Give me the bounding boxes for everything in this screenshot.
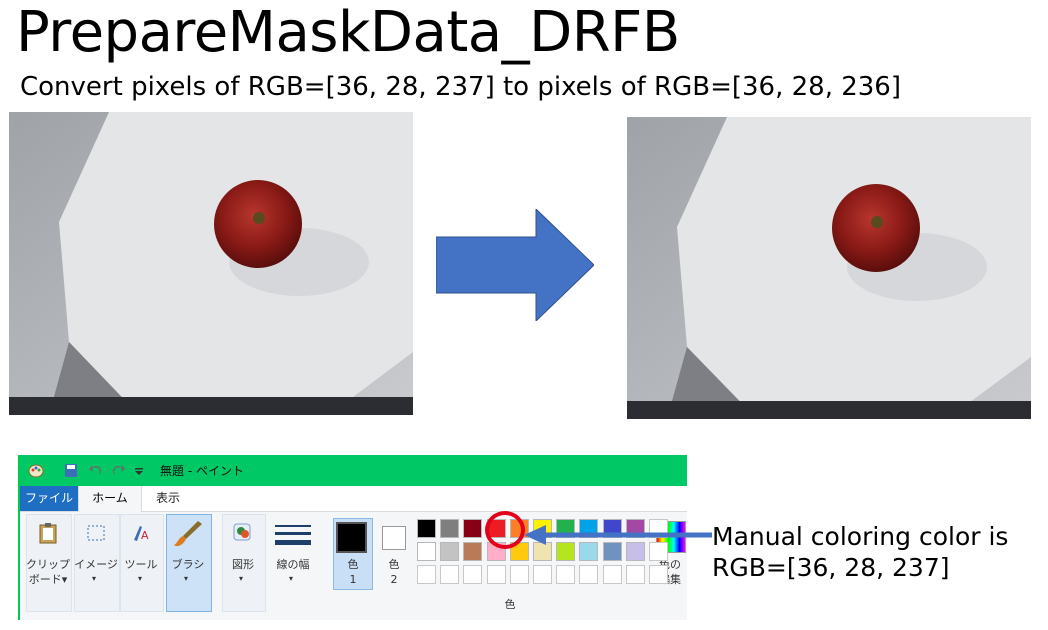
color2-swatch[interactable] <box>382 526 406 550</box>
paint-titlebar: 無題 - ペイント <box>20 455 687 486</box>
palette-empty-swatch[interactable] <box>463 565 483 584</box>
redo-icon[interactable] <box>112 463 126 478</box>
apple-photo-after <box>627 117 1031 419</box>
tools-icon: A <box>134 526 149 542</box>
image-label: イメージ <box>74 558 118 571</box>
annotation-arrow-icon <box>524 525 712 545</box>
paint-app-icon <box>28 464 44 478</box>
line-width-dropdown-icon: ▾ <box>289 574 294 583</box>
palette-color-swatch[interactable] <box>463 519 483 538</box>
palette-empty-swatch[interactable] <box>533 565 552 584</box>
shapes-label: 図形 <box>232 558 254 571</box>
shapes-icon <box>233 523 251 541</box>
save-icon[interactable] <box>64 463 78 478</box>
clipboard-label-2: ボード▾ <box>28 573 68 586</box>
annotation-line-2: RGB=[36, 28, 237] <box>712 553 950 582</box>
palette-color-swatch[interactable] <box>463 542 483 561</box>
palette-empty-swatch[interactable] <box>625 565 645 584</box>
palette-color-swatch[interactable] <box>417 542 436 561</box>
palette-empty-swatch[interactable] <box>579 565 599 584</box>
conversion-arrow-icon <box>436 209 594 321</box>
color1-swatch <box>336 522 367 553</box>
palette-empty-swatch[interactable] <box>486 565 506 584</box>
highlight-circle <box>485 511 525 549</box>
palette-color-swatch[interactable] <box>440 542 460 561</box>
customize-toolbar-icon[interactable] <box>134 463 144 478</box>
page-subtitle: Convert pixels of RGB=[36, 28, 237] to p… <box>20 72 901 102</box>
clipboard-icon <box>39 523 57 544</box>
svg-text:A: A <box>141 529 149 542</box>
apple-photo-before <box>9 112 413 415</box>
tab-file[interactable]: ファイル <box>20 486 78 511</box>
line-width-icon[interactable] <box>275 523 311 547</box>
brush-dropdown-icon: ▾ <box>184 574 189 583</box>
palette-empty-swatch[interactable] <box>556 565 576 584</box>
palette-empty-swatch[interactable] <box>417 565 436 584</box>
clipboard-label-1: クリップ <box>26 558 70 571</box>
page-title: PrepareMaskData_DRFB <box>16 0 680 65</box>
color2-label-2: 2 <box>390 573 398 586</box>
annotation-line-1: Manual coloring color is <box>712 522 1009 551</box>
palette-empty-swatch[interactable] <box>509 565 529 584</box>
palette-empty-swatch[interactable] <box>649 565 668 584</box>
tab-home[interactable]: ホーム <box>78 486 142 512</box>
undo-icon[interactable] <box>88 463 102 478</box>
colors-group-label: 色 <box>504 598 516 611</box>
color1-label-1: 色 <box>347 558 359 571</box>
shapes-dropdown-icon: ▾ <box>239 574 244 583</box>
tab-view[interactable]: 表示 <box>140 486 196 511</box>
brush-label: ブラシ <box>171 558 205 571</box>
brush-icon <box>174 521 202 547</box>
line-width-label: 線の幅 <box>276 558 310 571</box>
color2-label-1: 色 <box>388 558 400 571</box>
tools-dropdown-icon: ▾ <box>138 574 143 583</box>
palette-empty-swatch[interactable] <box>440 565 460 584</box>
image-dropdown-icon: ▾ <box>92 574 97 583</box>
color1-label-2: 1 <box>349 573 357 586</box>
palette-empty-swatch[interactable] <box>602 565 622 584</box>
palette-color-swatch[interactable] <box>440 519 460 538</box>
select-icon <box>87 525 105 541</box>
tools-label: ツール <box>124 558 158 571</box>
annotation-text: Manual coloring color is RGB=[36, 28, 23… <box>712 521 1008 583</box>
paint-window-title: 無題 - ペイント <box>160 464 244 478</box>
palette-color-swatch[interactable] <box>417 519 436 538</box>
